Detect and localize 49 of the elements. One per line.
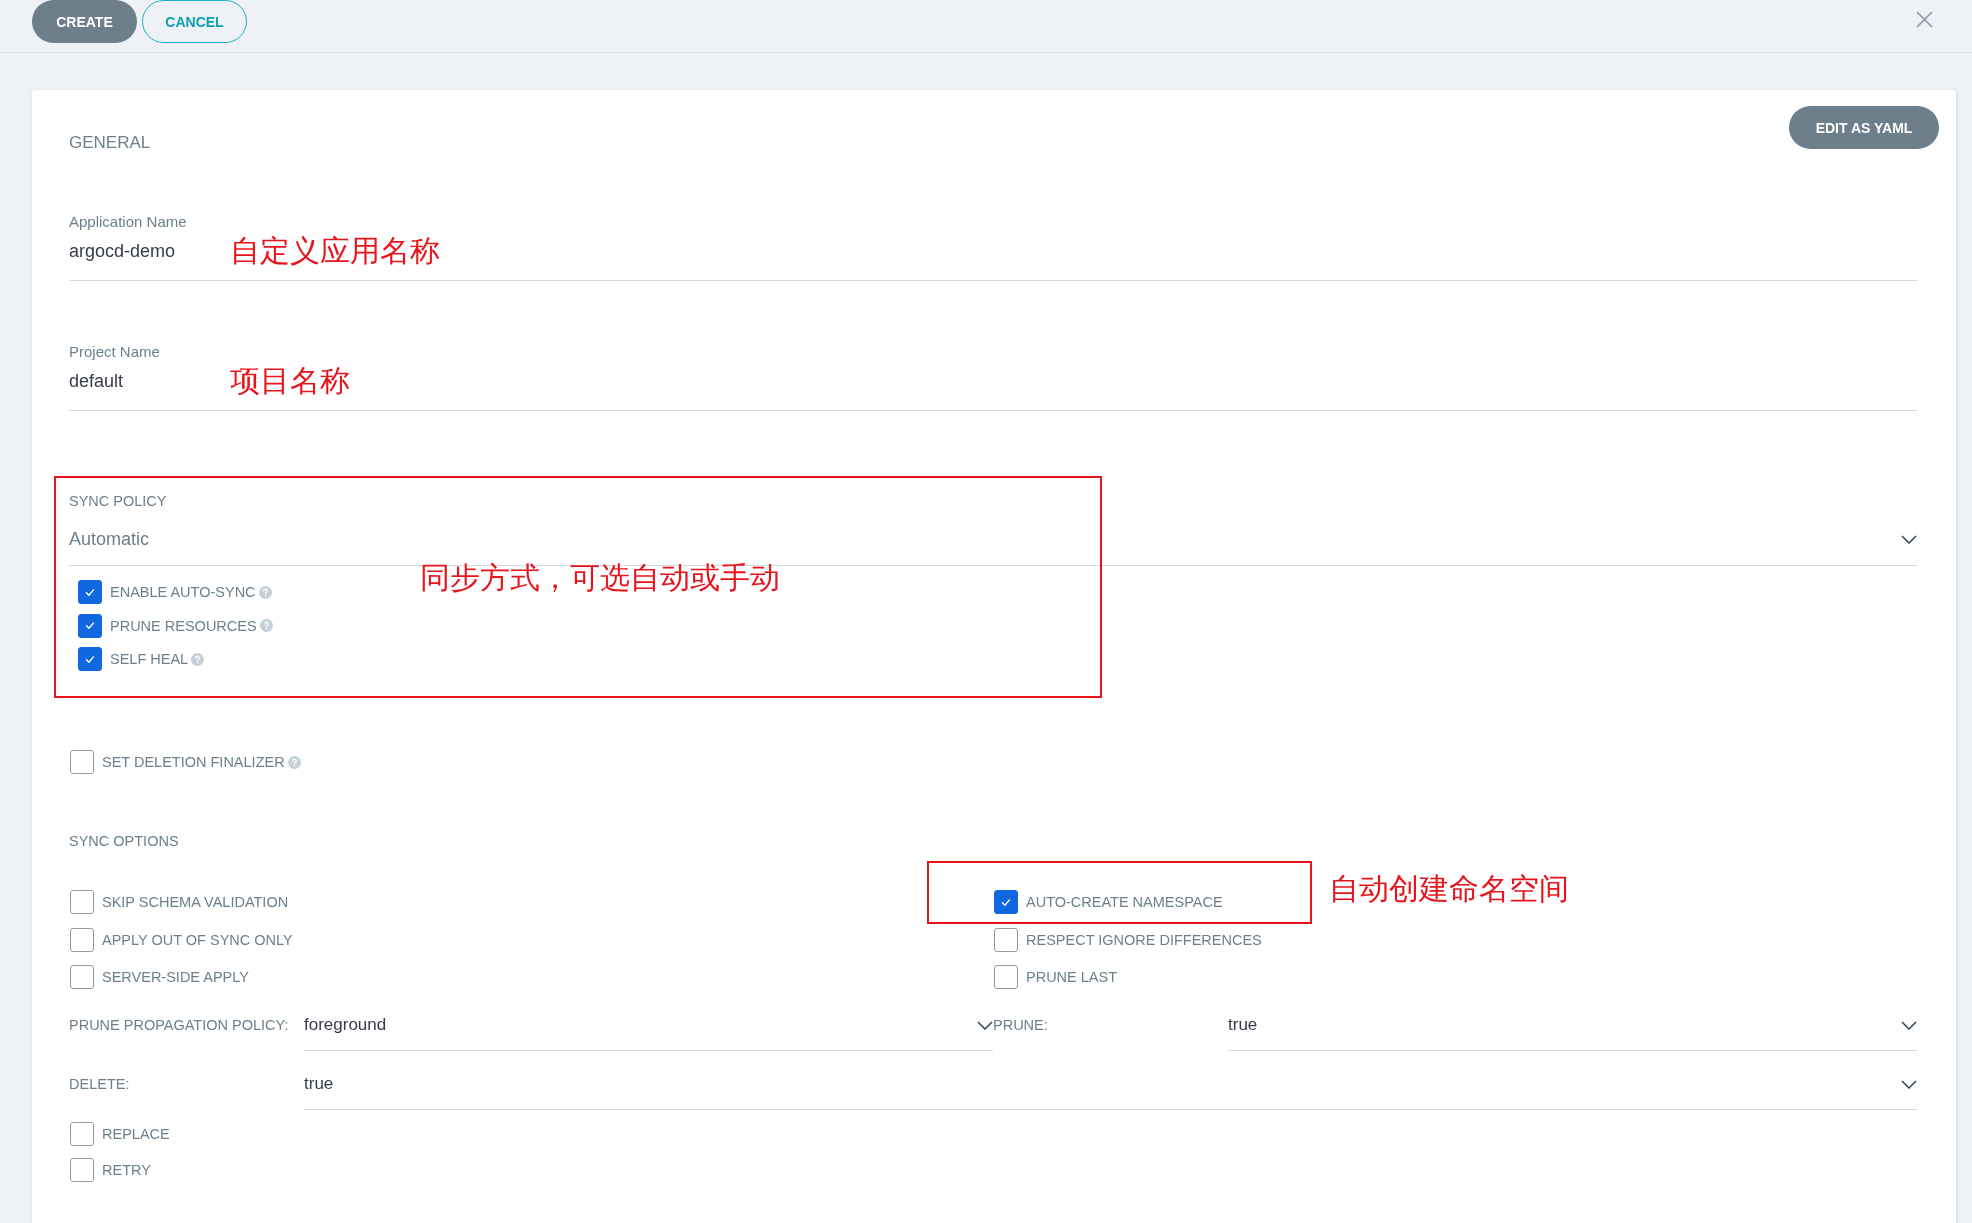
- checkbox-label: RETRY: [102, 1161, 151, 1179]
- checkbox-label: SERVER-SIDE APPLY: [102, 968, 249, 986]
- chevron-down-icon: [1901, 1020, 1917, 1030]
- checkbox[interactable]: [78, 580, 102, 604]
- select-field[interactable]: foreground: [304, 1014, 993, 1051]
- checkbox[interactable]: [994, 890, 1018, 914]
- checkbox-label: APPLY OUT OF SYNC ONLY: [102, 930, 293, 949]
- checkbox-label: SELF HEAL: [110, 650, 189, 668]
- close-icon[interactable]: [1916, 11, 1933, 28]
- checkbox[interactable]: [78, 647, 102, 671]
- select-field[interactable]: true: [1228, 1014, 1917, 1051]
- checkbox-label: SET DELETION FINALIZER: [102, 753, 285, 771]
- chevron-down-icon: [1901, 1079, 1917, 1089]
- chevron-down-icon: [1901, 534, 1917, 544]
- section-label: SYNC POLICY: [69, 492, 168, 510]
- create-button[interactable]: CREATE: [32, 0, 137, 43]
- help-icon[interactable]: [191, 652, 205, 666]
- field-label: PRUNE:: [993, 1016, 1049, 1035]
- chevron-down-icon: [977, 1020, 993, 1030]
- help-icon[interactable]: [287, 755, 301, 769]
- annotation-text: 项目名称: [230, 364, 350, 398]
- checkbox[interactable]: [70, 1122, 94, 1146]
- field-label: Application Name: [69, 213, 188, 230]
- help-icon[interactable]: [259, 619, 273, 632]
- checkbox[interactable]: [70, 750, 94, 774]
- checkbox-label: RESPECT IGNORE DIFFERENCES: [1026, 930, 1262, 949]
- section-heading: GENERAL: [69, 132, 151, 153]
- edit-yaml-button[interactable]: EDIT AS YAML: [1789, 106, 1939, 149]
- field-label: Project Name: [69, 343, 161, 360]
- checkbox[interactable]: [70, 890, 94, 914]
- field-label: PRUNE PROPAGATION POLICY:: [69, 1016, 290, 1035]
- checkbox-label: REPLACE: [102, 1125, 170, 1143]
- section-label: SYNC OPTIONS: [69, 832, 180, 850]
- checkbox-label: AUTO-CREATE NAMESPACE: [1026, 893, 1223, 911]
- checkbox-label: PRUNE RESOURCES: [110, 616, 257, 635]
- help-icon[interactable]: [258, 585, 272, 599]
- checkbox[interactable]: [70, 1158, 94, 1182]
- annotation-text: 自动创建命名空间: [1329, 872, 1569, 906]
- checkbox-label: PRUNE LAST: [1026, 968, 1118, 986]
- checkbox[interactable]: [994, 927, 1018, 952]
- checkbox-label: ENABLE AUTO-SYNC: [110, 583, 256, 601]
- select-field[interactable]: true: [304, 1073, 1917, 1110]
- checkbox[interactable]: [70, 965, 94, 989]
- annotation-text: 自定义应用名称: [230, 234, 440, 268]
- checkbox[interactable]: [70, 927, 94, 952]
- checkbox[interactable]: [994, 965, 1018, 989]
- checkbox[interactable]: [78, 613, 102, 638]
- field-label: DELETE:: [69, 1075, 131, 1094]
- checkbox-label: SKIP SCHEMA VALIDATION: [102, 893, 289, 911]
